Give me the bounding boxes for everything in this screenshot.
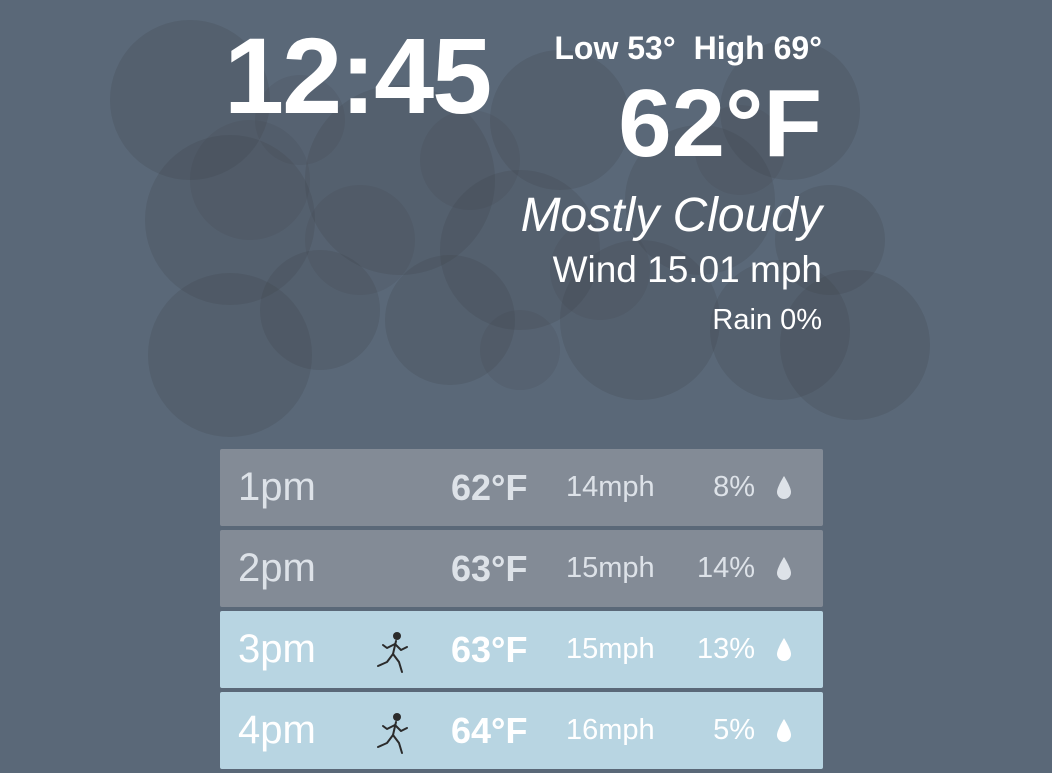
- forecast-time: 3pm: [238, 627, 316, 671]
- raindrop-icon: [775, 475, 793, 501]
- hourly-forecast: 1pm 62°F 14mph 8% 2pm 63°F 15mph 14% 3pm: [220, 449, 823, 773]
- running-person-icon: [373, 630, 413, 674]
- low-temp: Low 53°: [554, 30, 676, 66]
- running-person-icon: [373, 711, 413, 755]
- forecast-time: 4pm: [238, 708, 316, 752]
- current-temperature: 62°F: [618, 70, 822, 177]
- raindrop-icon: [775, 556, 793, 582]
- forecast-temp: 63°F: [451, 548, 528, 589]
- forecast-wind: 16mph: [566, 714, 655, 746]
- forecast-temp: 62°F: [451, 467, 528, 508]
- forecast-row: 1pm 62°F 14mph 8%: [220, 449, 823, 526]
- forecast-temp: 64°F: [451, 710, 528, 751]
- forecast-rain: 13%: [696, 633, 755, 665]
- rain-chance: Rain 0%: [712, 304, 822, 336]
- clock-time: 12:45: [224, 15, 492, 136]
- forecast-wind: 15mph: [566, 633, 655, 665]
- forecast-rain: 14%: [696, 552, 755, 584]
- weather-condition: Mostly Cloudy: [520, 189, 822, 242]
- forecast-time: 1pm: [238, 465, 316, 509]
- forecast-row: 2pm 63°F 15mph 14%: [220, 530, 823, 607]
- high-temp: High 69°: [693, 30, 822, 66]
- forecast-time: 2pm: [238, 546, 316, 590]
- forecast-row: 3pm 63°F 15mph 13%: [220, 611, 823, 688]
- forecast-rain: 8%: [713, 471, 755, 503]
- wind-speed: Wind 15.01 mph: [552, 249, 822, 290]
- forecast-temp: 63°F: [451, 629, 528, 670]
- forecast-row: 4pm 64°F 16mph 5%: [220, 692, 823, 769]
- raindrop-icon: [775, 718, 793, 744]
- forecast-rain: 5%: [713, 714, 755, 746]
- raindrop-icon: [775, 637, 793, 663]
- forecast-wind: 15mph: [566, 552, 655, 584]
- forecast-wind: 14mph: [566, 471, 655, 503]
- current-weather: Low 53° High 69° 62°F Mostly Cloudy Wind …: [521, 30, 822, 338]
- low-high-temps: Low 53° High 69°: [521, 30, 822, 66]
